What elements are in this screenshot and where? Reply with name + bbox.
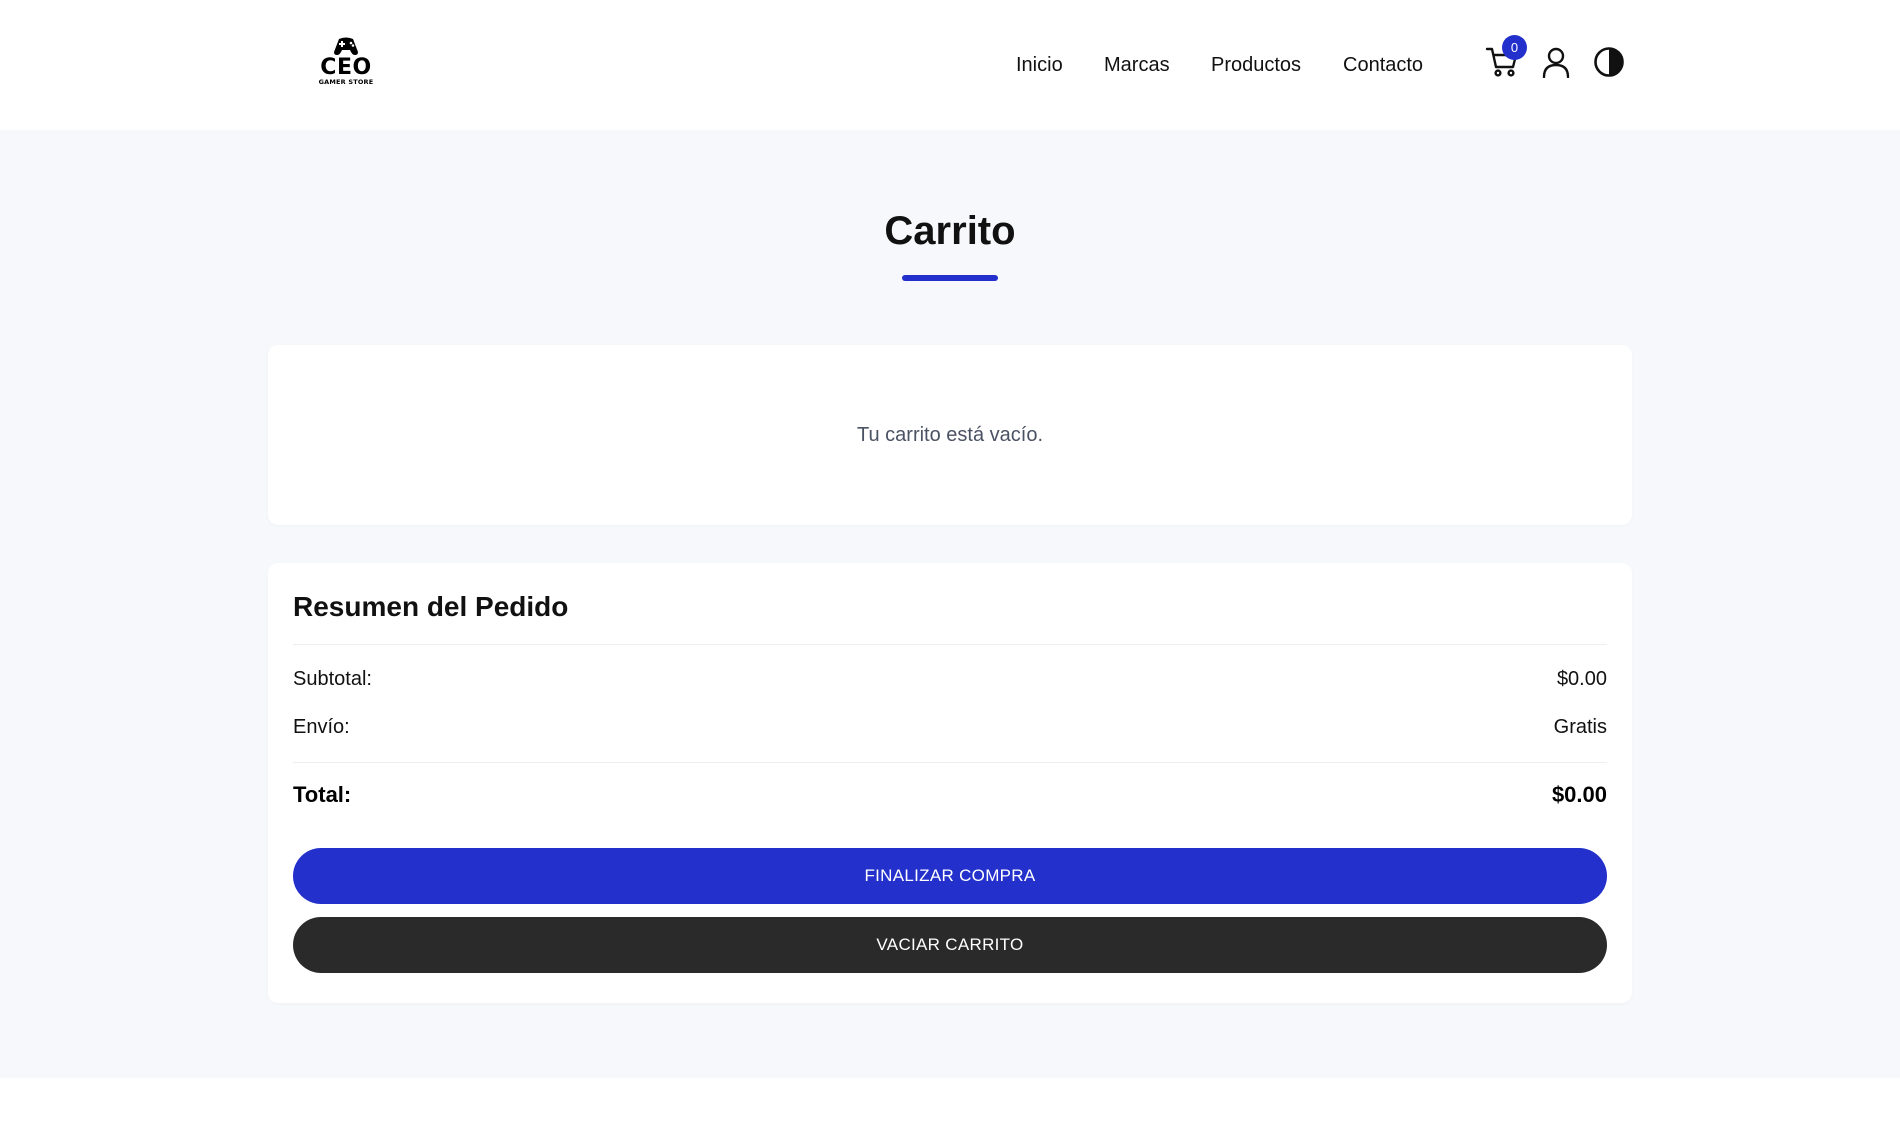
- nav-link-productos[interactable]: Productos: [1211, 50, 1301, 80]
- site-header: CEO GAMER STORE Inicio Marcas Productos …: [0, 0, 1900, 130]
- cart-items-card: Tu carrito está vacío.: [268, 345, 1632, 525]
- summary-title: Resumen del Pedido: [293, 591, 569, 622]
- cart-count-badge: 0: [1502, 35, 1527, 60]
- theme-toggle-button[interactable]: [1591, 44, 1627, 80]
- total-value: $0.00: [1551, 782, 1607, 807]
- clear-cart-button[interactable]: VACIAR CARRITO: [293, 917, 1607, 973]
- nav-link-marcas[interactable]: Marcas: [1104, 50, 1170, 80]
- user-account-button[interactable]: [1538, 44, 1574, 80]
- user-icon: [1542, 47, 1570, 78]
- checkout-button[interactable]: FINALIZAR COMPRA: [293, 848, 1607, 904]
- title-underline: [902, 275, 998, 281]
- nav-link-inicio[interactable]: Inicio: [1016, 50, 1063, 80]
- total-divider: [293, 762, 1607, 763]
- order-summary-card: Resumen del Pedido Subtotal: $0.00 Envío…: [268, 563, 1632, 1003]
- subtotal-label: Subtotal:: [293, 668, 372, 690]
- subtotal-value: $0.00: [1556, 668, 1607, 690]
- total-label: Total:: [293, 782, 352, 807]
- contrast-icon: [1594, 47, 1624, 77]
- summary-divider: [293, 644, 1607, 645]
- cart-page: Carrito Tu carrito está vacío. Resumen d…: [0, 130, 1900, 1078]
- shipping-value: Gratis: [1553, 716, 1607, 738]
- page-title: Carrito: [884, 209, 1016, 253]
- shipping-label: Envío:: [293, 716, 350, 738]
- nav-link-contacto[interactable]: Contacto: [1343, 50, 1423, 80]
- empty-cart-message: Tu carrito está vacío.: [857, 424, 1043, 446]
